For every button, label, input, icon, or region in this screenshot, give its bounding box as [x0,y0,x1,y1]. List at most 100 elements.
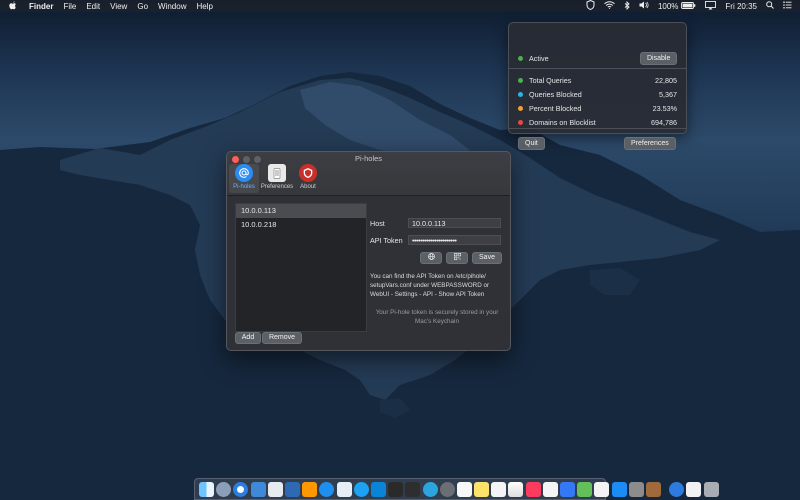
apple-icon[interactable] [9,0,17,12]
tab-about[interactable]: About [293,164,323,190]
popover-divider [509,128,686,129]
stat-value: 5,367 [659,89,677,99]
notes-dock-icon[interactable] [474,481,490,497]
mail-dock-icon[interactable] [250,481,266,497]
sublime-dock-icon[interactable] [302,481,318,497]
menu-window[interactable]: Window [158,2,186,11]
menu-help[interactable]: Help [196,2,212,11]
stat-row-domains-blocklist: Domains on Blocklist 694,786 [518,117,677,127]
launchpad-dock-icon[interactable] [216,481,232,497]
status-label: Active [529,53,549,63]
stat-dot [518,119,523,125]
maps-dock-icon[interactable] [577,481,593,497]
textedit-dock-icon[interactable] [336,481,352,497]
app-store-dock-icon[interactable] [611,481,627,497]
stat-value: 22,805 [655,75,677,85]
pihole-status-popover: Active Disable Total Queries 22,805 Quer… [508,22,687,150]
documents-stack-icon[interactable] [686,481,702,497]
preview-dock-icon[interactable] [267,481,283,497]
save-button[interactable]: Save [472,252,502,264]
stat-label: Queries Blocked [529,89,582,99]
pihole-host-list[interactable]: 10.0.0.113 10.0.0.218 [235,203,367,332]
xcode-dock-icon[interactable] [285,481,301,497]
menu-edit[interactable]: Edit [86,2,100,11]
stat-dot [518,77,523,83]
window-title: Pi-holes [354,154,383,163]
tab-label: Preferences [260,184,294,190]
safari-dock-icon[interactable] [233,481,249,497]
globe-icon [427,253,435,262]
trash-icon[interactable] [703,481,719,497]
system-preferences-dock-icon[interactable] [439,481,455,497]
menu-view[interactable]: View [110,2,127,11]
airplay-icon[interactable] [705,0,717,12]
wifi-icon[interactable] [604,1,615,11]
twitter-dock-icon[interactable] [353,481,369,497]
1password-dock-icon[interactable] [560,481,576,497]
disable-button[interactable]: Disable [640,52,678,65]
stat-row-percent-blocked: Percent Blocked 23.53% [518,103,677,113]
photos-dock-icon[interactable] [508,481,524,497]
menubar-clock[interactable]: Fri 20:35 [725,2,757,11]
at-sign-icon [235,164,253,182]
vscode-dock-icon[interactable] [370,481,386,497]
instruments-dock-icon[interactable] [319,481,335,497]
window-titlebar[interactable]: Pi-holes Pi-holes Preferences About [227,152,510,196]
api-token-label: API Token [370,236,403,245]
menu-bar: Finder File Edit View Go Window Help 100… [0,0,800,12]
stat-label: Percent Blocked [529,103,582,113]
preferences-button[interactable]: Preferences [624,137,676,150]
battery-percentage[interactable]: 100% [658,2,678,11]
script-editor-dock-icon[interactable] [594,481,610,497]
add-button[interactable]: Add [235,332,261,344]
status-dot [518,55,523,61]
calendar-dock-icon[interactable] [456,481,472,497]
stat-dot [518,105,523,111]
stat-value: 694,786 [651,117,677,127]
menu-file[interactable]: File [63,2,76,11]
api-token-field[interactable]: •••••••••••••••••••••• [408,235,501,245]
finder-dock-icon[interactable] [199,481,215,497]
quit-button[interactable]: Quit [518,137,545,150]
open-web-button[interactable] [420,252,442,264]
remove-button[interactable]: Remove [262,332,302,344]
menu-app-name[interactable]: Finder [29,2,53,11]
stat-label: Total Queries [529,75,572,85]
tab-preferences[interactable]: Preferences [260,164,294,190]
downloads-stack-icon[interactable] [669,481,685,497]
spotlight-search-icon[interactable] [766,1,774,11]
stat-row-total-queries: Total Queries 22,805 [518,75,677,85]
tab-pi-holes[interactable]: Pi-holes [229,164,259,193]
host-field[interactable]: 10.0.0.113 [408,218,501,228]
control-center-list-icon[interactable] [783,1,792,11]
tab-label: Pi-holes [233,184,255,190]
reminders-dock-icon[interactable] [491,481,507,497]
volume-icon[interactable] [639,1,649,11]
archive-dock-icon[interactable] [645,481,661,497]
qr-code-icon [453,253,461,262]
popover-divider [509,68,686,69]
pihole-logo-icon [299,164,317,182]
pi-holes-window: Pi-holes Pi-holes Preferences About 10.0… [226,151,511,351]
scan-qr-button[interactable] [446,252,468,264]
terminal-dock-icon[interactable] [388,481,404,497]
contacts-dock-icon[interactable] [542,481,558,497]
stat-label: Domains on Blocklist [529,117,596,127]
telegram-dock-icon[interactable] [422,481,438,497]
music-dock-icon[interactable] [525,481,541,497]
tab-label: About [300,184,316,190]
api-token-help-text: You can find the API Token on /etc/pihol… [370,273,490,298]
keychain-note: Your Pi-hole token is securely stored in… [375,309,499,325]
bluetooth-icon[interactable] [624,0,630,12]
pihole-status-icon[interactable] [586,0,595,12]
menu-go[interactable]: Go [137,2,148,11]
list-item[interactable]: 10.0.0.218 [236,218,366,232]
stat-row-queries-blocked: Queries Blocked 5,367 [518,89,677,99]
activity-monitor-dock-icon[interactable] [405,481,421,497]
list-item[interactable]: 10.0.0.113 [236,204,366,218]
phone-icon [268,164,286,182]
battery-icon[interactable] [681,1,696,11]
dock [194,478,719,500]
utilities-dock-icon[interactable] [628,481,644,497]
stat-value: 23.53% [652,103,677,113]
